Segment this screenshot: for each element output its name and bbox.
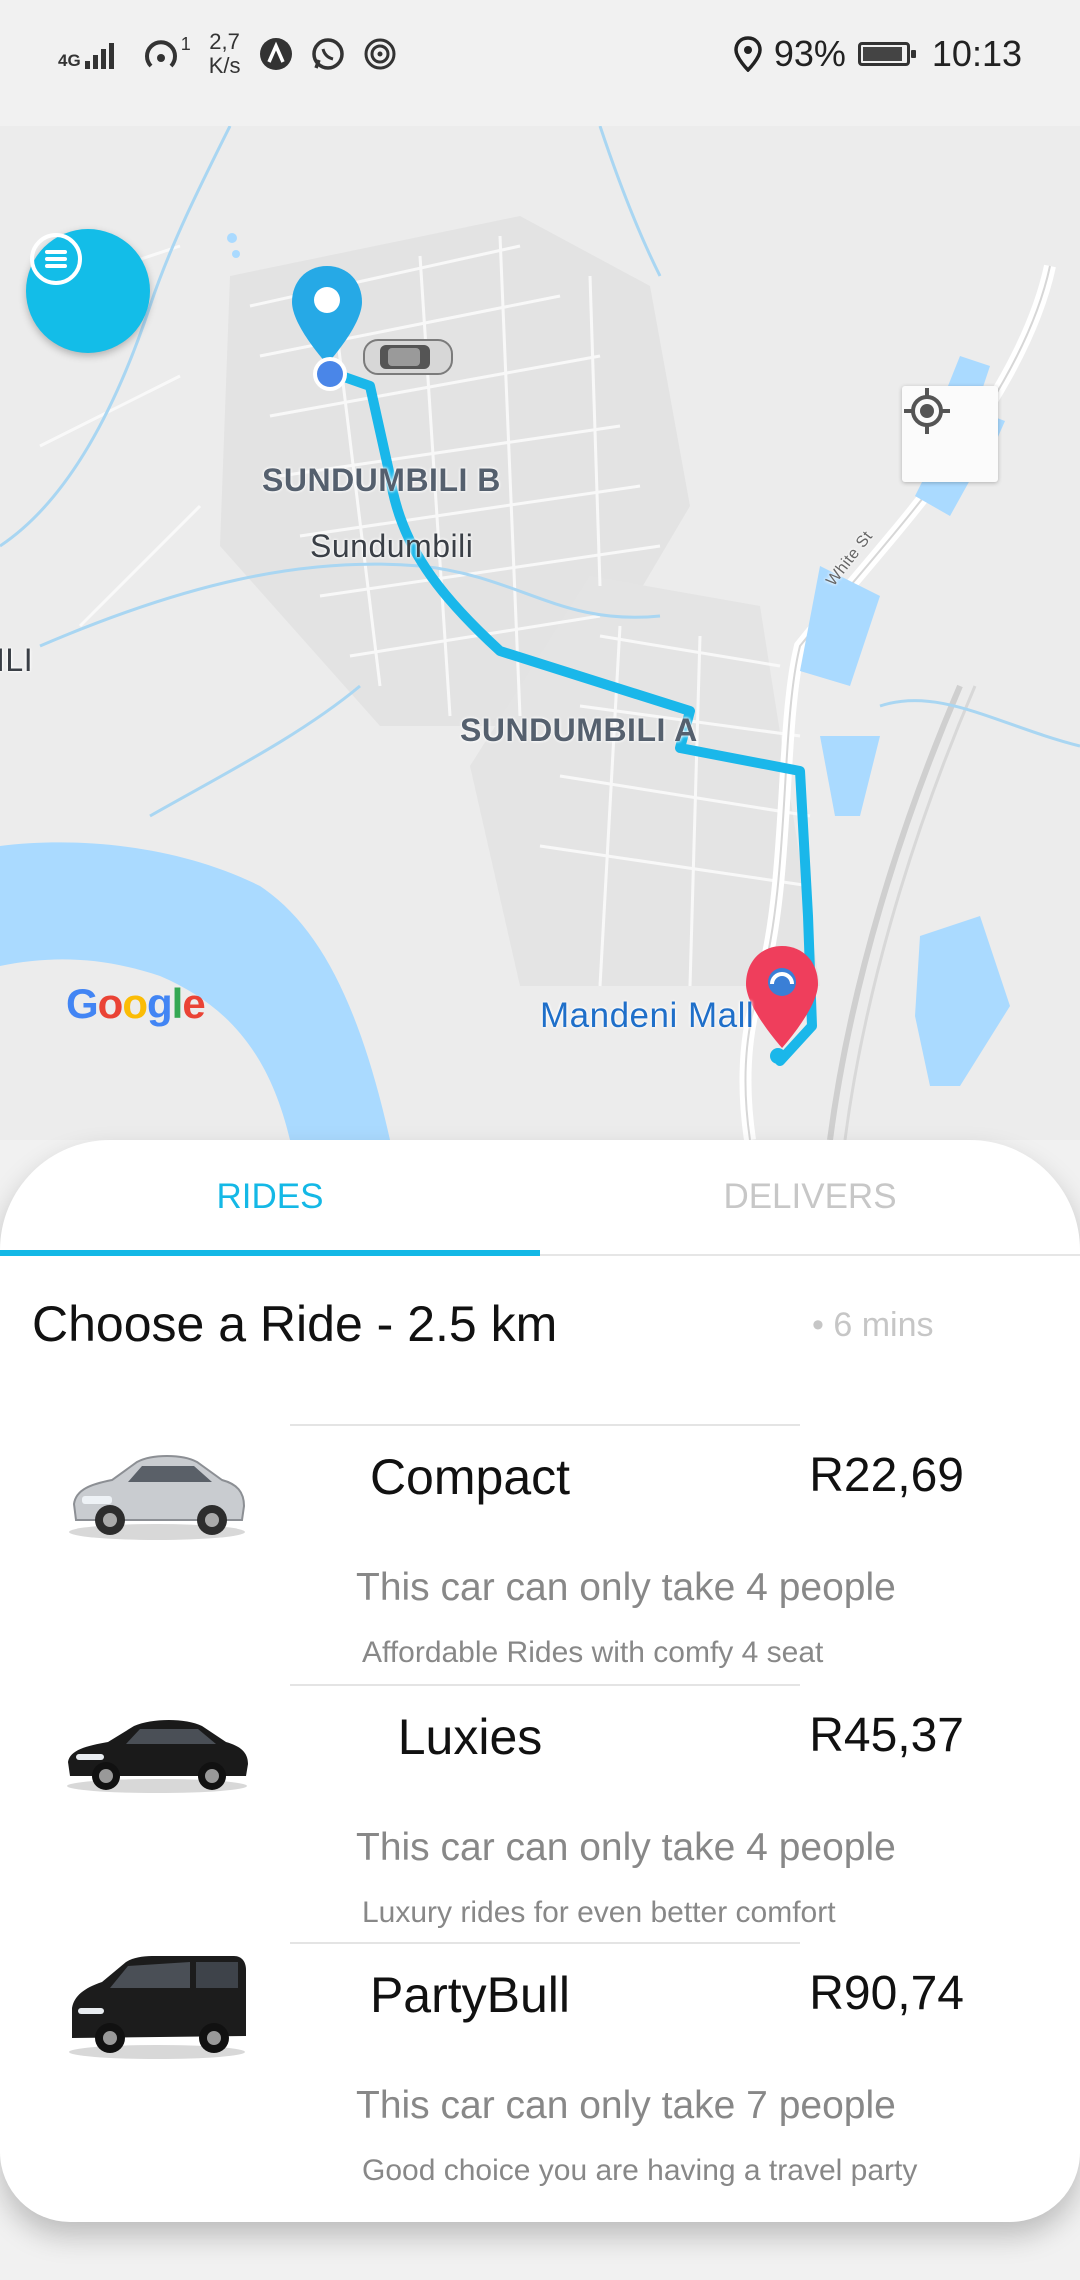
origin-pin-icon[interactable] xyxy=(288,264,366,394)
ride-name: Compact xyxy=(369,1449,571,1505)
google-logo-letter: g xyxy=(146,980,173,1027)
ride-description: Luxury rides for even better comfort xyxy=(362,1896,836,1929)
hotspot-indicator: 1 xyxy=(141,34,191,74)
ride-option-partybull[interactable]: PartyBull R90,74 This car can only take … xyxy=(0,1942,1080,2202)
ride-divider xyxy=(290,1684,800,1686)
google-logo: Google xyxy=(66,980,206,1028)
map-label-sundumbili-a: SUNDUMBILI A xyxy=(460,712,698,748)
speed-unit: K/s xyxy=(208,53,241,78)
radar-icon xyxy=(364,38,395,70)
map-view[interactable]: SUNDUMBILI B Sundumbili SUNDUMBILI A ILI… xyxy=(0,126,1080,1140)
ride-option-luxies[interactable]: Luxies R45,37 This car can only take 4 p… xyxy=(0,1684,1080,1944)
status-left: 4G 1 2,7 K/s xyxy=(58,22,397,86)
whatsapp-icon xyxy=(311,38,344,70)
menu-button[interactable] xyxy=(26,229,150,353)
black-van-icon xyxy=(69,1956,246,2059)
location-icon xyxy=(734,36,762,72)
trip-title: Choose a Ride - 2.5 km xyxy=(32,1296,558,1352)
app-a-icon xyxy=(259,38,292,70)
tab-delivers[interactable]: DELIVERS xyxy=(540,1140,1080,1254)
google-logo-letter: o xyxy=(122,980,148,1027)
battery-percent: 93% xyxy=(773,33,846,74)
my-location-icon xyxy=(904,388,950,434)
ride-description: Affordable Rides with comfy 4 seat xyxy=(362,1636,824,1669)
ride-divider xyxy=(290,1424,800,1426)
ride-price: R22,69 xyxy=(809,1449,964,1502)
signal-icon xyxy=(84,43,114,69)
ride-description: Good choice you are having a travel part… xyxy=(362,2154,918,2187)
speed-value: 2,7 xyxy=(209,29,240,54)
ride-selection-sheet: RIDES DELIVERS Choose a Ride - 2.5 km • … xyxy=(0,1140,1080,2222)
battery-fill xyxy=(862,47,902,61)
google-logo-letter: G xyxy=(66,980,99,1027)
ride-name: Luxies xyxy=(397,1709,543,1765)
map-label-sundumbili-b: SUNDUMBILI B xyxy=(262,462,501,498)
network-speed: 2,7 K/s xyxy=(209,30,241,78)
ride-price: R45,37 xyxy=(809,1709,964,1762)
map-label-sundumbili: Sundumbili xyxy=(310,528,474,564)
ride-capacity: This car can only take 7 people xyxy=(356,2084,896,2127)
status-bar: 4G 1 2,7 K/s 93% 10:13 xyxy=(0,0,1080,126)
ride-divider xyxy=(290,1942,800,1944)
ride-name: PartyBull xyxy=(369,1967,571,2023)
tab-bar: RIDES DELIVERS xyxy=(0,1140,1080,1256)
google-logo-letter: o xyxy=(97,980,124,1027)
clock: 10:13 xyxy=(931,33,1022,74)
ride-price: R90,74 xyxy=(809,1967,964,2020)
hotspot-icon xyxy=(144,40,177,68)
trip-eta: • 6 mins xyxy=(812,1306,934,1344)
map-label-destination: Mandeni Mall xyxy=(540,996,755,1035)
network-indicator: 4G xyxy=(58,39,123,69)
hotspot-count: 1 xyxy=(180,34,191,54)
ride-capacity: This car can only take 4 people xyxy=(356,1826,896,1869)
google-logo-letter: e xyxy=(182,980,205,1027)
battery-icon xyxy=(857,42,916,66)
ride-option-compact[interactable]: Compact R22,69 This car can only take 4 … xyxy=(0,1424,1080,1684)
status-right: 93% 10:13 xyxy=(734,22,1022,86)
network-type: 4G xyxy=(58,51,81,70)
tab-rides[interactable]: RIDES xyxy=(0,1140,540,1256)
silver-sedan-icon xyxy=(69,1455,246,1540)
ride-capacity: This car can only take 4 people xyxy=(356,1566,896,1609)
my-location-button[interactable] xyxy=(902,386,998,482)
menu-icon xyxy=(30,233,82,285)
car-icon xyxy=(363,339,453,375)
map-label-edge: ILI xyxy=(0,642,34,678)
black-luxury-sedan-icon xyxy=(67,1720,248,1793)
google-logo-letter: l xyxy=(171,980,184,1027)
